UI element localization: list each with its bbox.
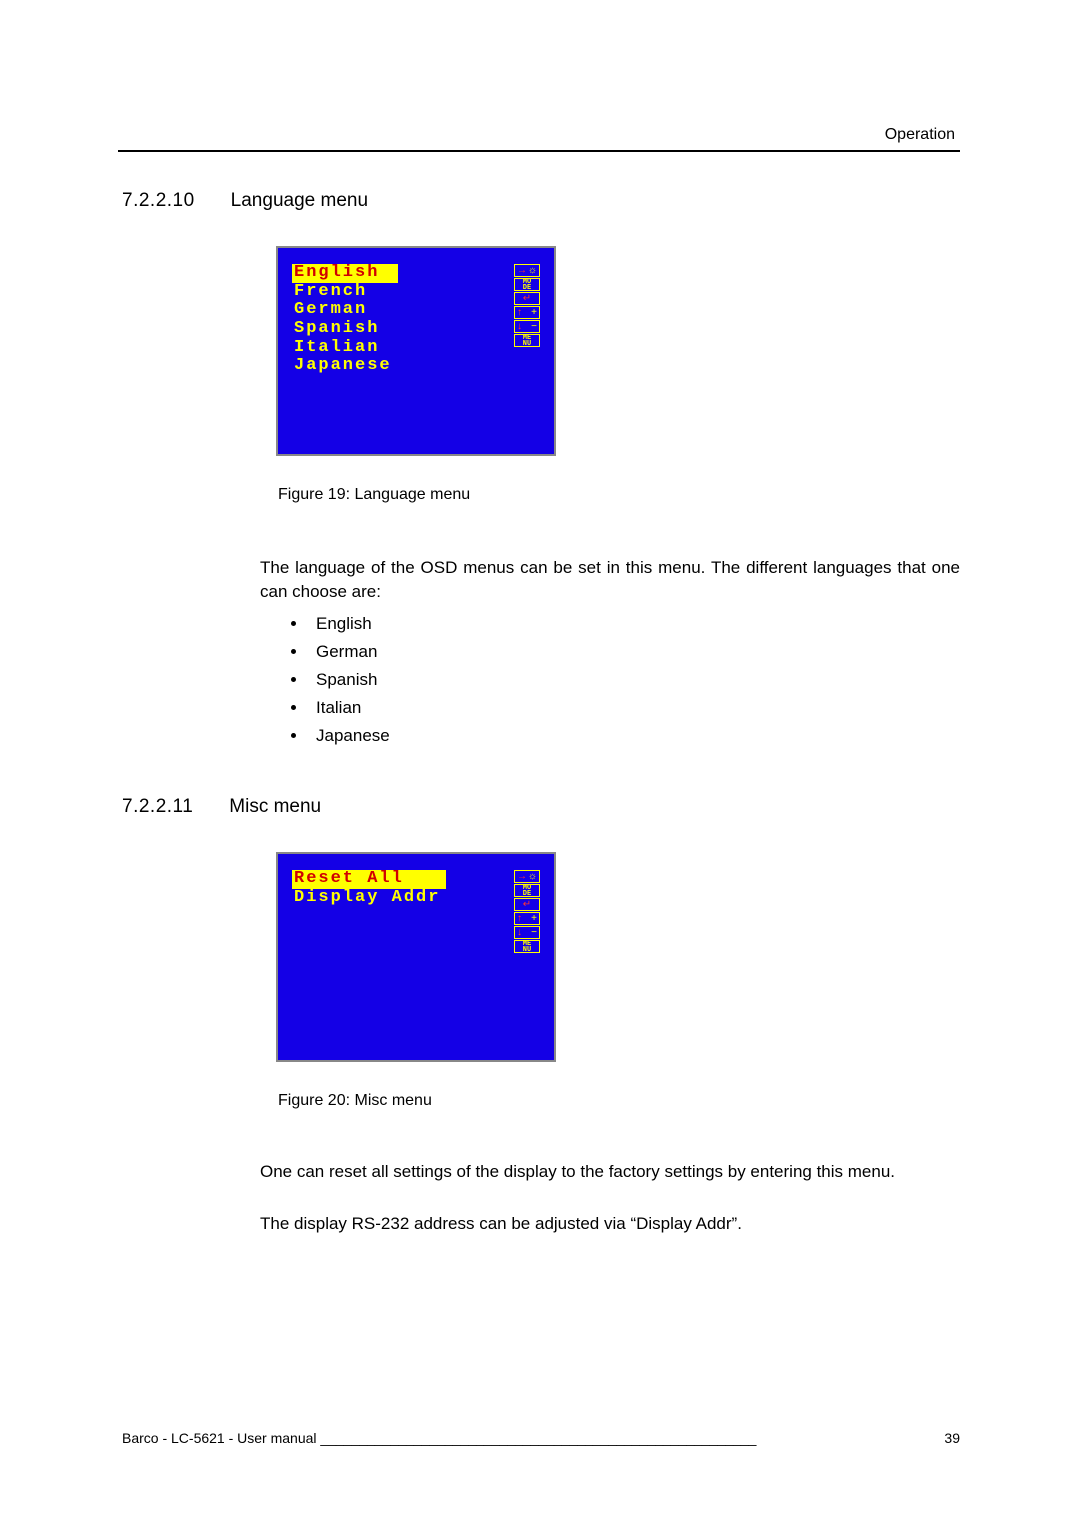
section-number: 7.2.2.10	[122, 190, 195, 212]
header-rule	[118, 150, 960, 152]
osd-nav-menu[interactable]: ME NU	[514, 940, 540, 953]
osd-nav-down[interactable]: ↓−	[514, 926, 540, 939]
figure-language-menu: English French German Spanish Italian Ja…	[276, 246, 556, 456]
misc-paragraph-1: One can reset all settings of the displa…	[260, 1160, 960, 1184]
osd-item-italian[interactable]: Italian	[292, 339, 398, 358]
osd-item-french[interactable]: French	[292, 283, 398, 302]
figure-19-caption: Figure 19: Language menu	[278, 486, 470, 504]
section-title: Language menu	[231, 190, 368, 212]
osd-nav-brightness[interactable]: →☼	[514, 264, 540, 277]
osd-language-list: English French German Spanish Italian Ja…	[292, 264, 398, 376]
osd-item-spanish[interactable]: Spanish	[292, 320, 398, 339]
section-number: 7.2.2.11	[122, 796, 193, 818]
osd-nav-menu[interactable]: ME NU	[514, 334, 540, 347]
osd-nav-brightness[interactable]: →☼	[514, 870, 540, 883]
footer-title: Barco - LC-5621 - User manual	[122, 1430, 756, 1446]
bullet-german: German	[308, 642, 960, 662]
page-footer: Barco - LC-5621 - User manual 39	[122, 1430, 960, 1446]
osd-nav-up[interactable]: ↑+	[514, 306, 540, 319]
running-header: Operation	[885, 126, 955, 144]
bullet-english: English	[308, 614, 960, 634]
osd-item-english[interactable]: English	[292, 264, 398, 283]
section-title: Misc menu	[229, 796, 321, 818]
osd-nav-panel: →☼ MO DE ↵ ↑+ ↓− ME NU	[514, 870, 540, 953]
section-heading-language: 7.2.2.10 Language menu	[122, 190, 368, 212]
language-bullet-list: English German Spanish Italian Japanese	[260, 614, 960, 754]
osd-item-japanese[interactable]: Japanese	[292, 357, 398, 376]
figure-misc-menu: Reset All Display Addr →☼ MO DE ↵ ↑+ ↓− …	[276, 852, 556, 1062]
bullet-japanese: Japanese	[308, 726, 960, 746]
osd-nav-enter[interactable]: ↵	[514, 898, 540, 911]
osd-nav-mode[interactable]: MO DE	[514, 884, 540, 897]
osd-nav-mode[interactable]: MO DE	[514, 278, 540, 291]
page-number: 39	[944, 1430, 960, 1446]
misc-paragraph-2: The display RS-232 address can be adjust…	[260, 1212, 960, 1236]
osd-misc-list: Reset All Display Addr	[292, 870, 446, 907]
bullet-italian: Italian	[308, 698, 960, 718]
language-paragraph: The language of the OSD menus can be set…	[260, 556, 960, 604]
osd-nav-up[interactable]: ↑+	[514, 912, 540, 925]
osd-item-reset-all[interactable]: Reset All	[292, 870, 446, 889]
osd-item-german[interactable]: German	[292, 301, 398, 320]
bullet-spanish: Spanish	[308, 670, 960, 690]
osd-nav-panel: →☼ MO DE ↵ ↑+ ↓− ME NU	[514, 264, 540, 347]
osd-item-display-addr[interactable]: Display Addr	[292, 889, 446, 908]
section-heading-misc: 7.2.2.11 Misc menu	[122, 796, 321, 818]
osd-nav-down[interactable]: ↓−	[514, 320, 540, 333]
figure-20-caption: Figure 20: Misc menu	[278, 1092, 432, 1110]
osd-nav-enter[interactable]: ↵	[514, 292, 540, 305]
